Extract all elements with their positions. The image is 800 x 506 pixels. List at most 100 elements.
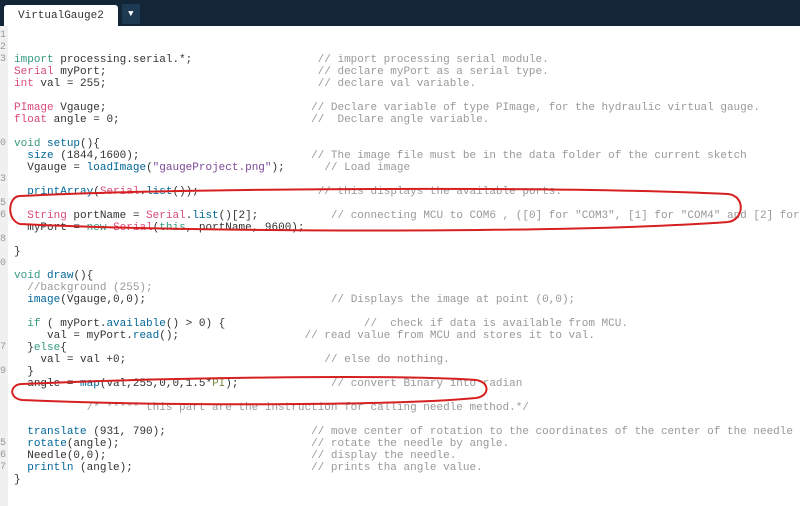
code-token: Needle(0,0);	[14, 450, 106, 462]
code-token: translate	[27, 426, 86, 438]
code-token: Serial	[14, 66, 54, 78]
code-comment: // prints tha angle value.	[311, 462, 483, 474]
code-token: loadImage	[87, 162, 146, 174]
code-token	[14, 318, 27, 330]
code-comment: // display the needle.	[311, 450, 456, 462]
code-token: val = myPort.	[14, 330, 133, 342]
code-token: (Vgauge,0,0);	[60, 294, 146, 306]
code-token: () > 0) {	[166, 318, 225, 330]
code-area[interactable]: import processing.serial.*; // import pr…	[8, 26, 800, 506]
code-token: "gaugeProject.png"	[153, 162, 272, 174]
code-token: angle =	[14, 378, 80, 390]
code-token: );	[272, 162, 285, 174]
line-number-gutter: 123 0 3 56 8 0 7 9 567	[0, 26, 8, 506]
code-token: rotate	[27, 438, 67, 450]
code-comment: // rotate the needle by angle.	[311, 438, 509, 450]
code-token: Vgauge;	[54, 102, 107, 114]
code-token: ( myPort.	[40, 318, 106, 330]
code-token: setup	[47, 138, 80, 150]
code-token	[14, 210, 27, 222]
code-token: this	[159, 222, 185, 234]
code-token: (931, 790);	[87, 426, 166, 438]
code-token: Serial	[113, 222, 153, 234]
code-token: val = 255;	[34, 78, 107, 90]
code-comment: // this displays the available ports.	[318, 186, 562, 198]
code-token: PImage	[14, 102, 54, 114]
code-comment: // Declare angle variable.	[311, 114, 489, 126]
code-token: }	[14, 342, 34, 354]
tab-dropdown-button[interactable]: ▼	[122, 4, 140, 24]
code-token: }	[14, 474, 21, 486]
code-token: void	[14, 270, 40, 282]
code-comment: //background (255);	[14, 282, 153, 294]
code-comment: // connecting MCU to COM6 , ([0] for "CO…	[331, 210, 800, 222]
code-editor[interactable]: 123 0 3 56 8 0 7 9 567 import processing…	[0, 26, 800, 506]
code-comment: // declare val variable.	[318, 78, 476, 90]
code-token	[14, 294, 27, 306]
code-token: import	[14, 54, 54, 66]
code-token: val = val +0;	[14, 354, 126, 366]
code-token: , portName, 9600);	[186, 222, 305, 234]
code-token: println	[27, 462, 73, 474]
code-token: int	[14, 78, 34, 90]
code-token: (angle);	[67, 438, 120, 450]
code-token: PI	[212, 378, 225, 390]
code-token: (angle);	[73, 462, 132, 474]
code-token	[14, 438, 27, 450]
code-token: (	[146, 162, 153, 174]
code-token: void	[14, 138, 40, 150]
code-token: if	[27, 318, 40, 330]
code-token: {	[60, 342, 67, 354]
tab-bar: VirtualGauge2 ▼	[0, 0, 800, 26]
code-comment: // else do nothing.	[324, 354, 449, 366]
code-token: angle = 0;	[47, 114, 120, 126]
code-comment: // check if data is available from MCU.	[364, 318, 628, 330]
code-token: );	[225, 378, 238, 390]
code-comment: // Displays the image at point (0,0);	[331, 294, 575, 306]
code-token: ()[2];	[219, 210, 259, 222]
code-token: map	[80, 378, 100, 390]
code-comment: // read value from MCU and stores it to …	[304, 330, 594, 342]
code-token: myPort =	[14, 222, 87, 234]
code-token: Serial	[146, 210, 186, 222]
code-token: draw	[47, 270, 73, 282]
code-token: available	[106, 318, 165, 330]
code-token: list	[146, 186, 172, 198]
code-comment: // convert Binary into radian	[331, 378, 522, 390]
code-token: (){	[73, 270, 93, 282]
code-token: else	[34, 342, 60, 354]
code-token	[14, 150, 27, 162]
code-token: }	[14, 246, 21, 258]
code-token	[14, 462, 27, 474]
code-token: String	[27, 210, 67, 222]
code-token: float	[14, 114, 47, 126]
code-token: ();	[159, 330, 179, 342]
code-token	[14, 186, 27, 198]
code-token: read	[133, 330, 159, 342]
code-token	[14, 426, 27, 438]
code-comment: // Load image	[324, 162, 410, 174]
code-token: new	[87, 222, 107, 234]
code-token: portName =	[67, 210, 146, 222]
code-comment: // The image file must be in the data fo…	[311, 150, 747, 162]
code-token: Serial	[100, 186, 140, 198]
code-token: }	[14, 366, 34, 378]
code-comment: // move center of rotation to the coordi…	[311, 426, 800, 438]
code-comment: /* ***** this part are the instruction f…	[14, 402, 529, 414]
code-token: (	[93, 186, 100, 198]
code-comment: // Declare variable of type PImage, for …	[311, 102, 760, 114]
code-token: list	[192, 210, 218, 222]
code-token: myPort;	[54, 66, 107, 78]
code-token: (){	[80, 138, 100, 150]
code-token: Vgauge =	[14, 162, 87, 174]
code-token: processing.serial.*;	[54, 54, 193, 66]
code-token: ());	[172, 186, 198, 198]
tab-virtualgauge2[interactable]: VirtualGauge2	[4, 5, 118, 26]
code-token: (1844,1600);	[54, 150, 140, 162]
code-token: size	[27, 150, 53, 162]
code-comment: // import processing serial module.	[318, 54, 549, 66]
code-token: image	[27, 294, 60, 306]
code-token: (val,255,0,0,1.5*	[100, 378, 212, 390]
code-token: printArray	[27, 186, 93, 198]
code-comment: // declare myPort as a serial type.	[318, 66, 549, 78]
